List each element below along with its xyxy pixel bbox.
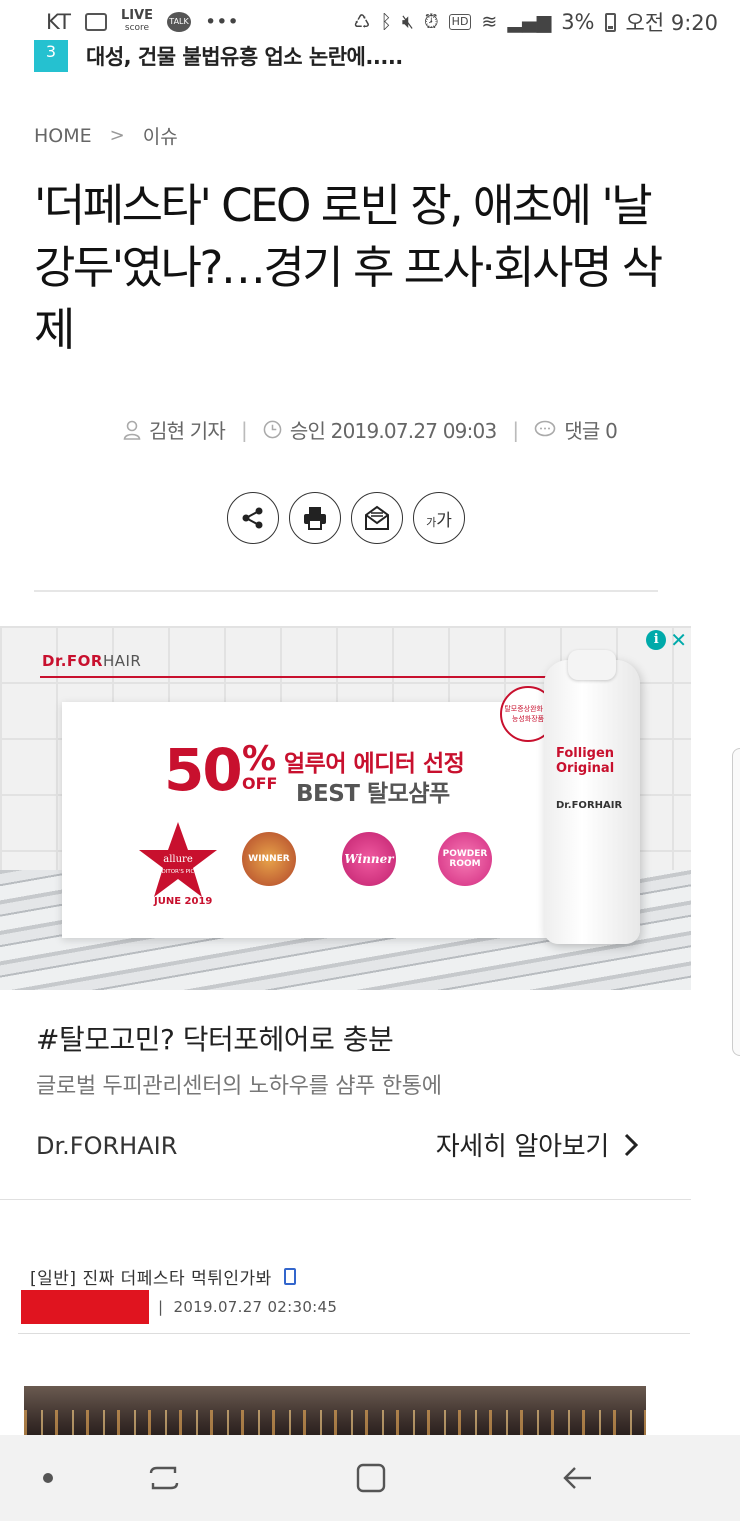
comments-info[interactable]: 댓글 0 [534,415,618,444]
divider [34,590,658,592]
print-icon [304,507,326,530]
chevron-right-icon [624,1133,639,1156]
ad-brand-logo: Dr.FORHAIR [42,652,142,670]
approved-date: 승인 2019.07.27 09:03 [289,419,497,443]
ad-choices[interactable]: i ✕ [646,630,687,650]
bottle-brand: Dr.FORHAIR [556,800,623,811]
close-icon[interactable]: ✕ [670,630,687,650]
ticker-title[interactable]: 대성, 건물 불법유흥 업소 논란에..... [86,41,403,71]
embedded-post-title: [일반] 진짜 더페스타 먹튀인가봐 [30,1264,296,1289]
clock: 오전 9:20 [625,11,718,35]
breadcrumb-home[interactable]: HOME [34,125,92,147]
envelope-icon [365,505,389,530]
meta-divider: | [512,417,519,442]
share-button[interactable] [227,492,279,544]
ad-banner-image[interactable]: Dr.FORHAIR 50 % OFF 얼루어 에디터 선정 BEST 탈모샴푸 … [0,626,691,990]
meta-divider: | [240,417,248,442]
star-subtitle: EDITOR'S PICK [158,869,198,875]
news-ticker[interactable]: 3 대성, 건물 불법유흥 업소 논란에..... [34,40,403,72]
approved-info: 승인 2019.07.27 09:03 [263,415,497,444]
recycle-icon: ♺ [353,10,371,33]
recent-apps-button[interactable] [134,1455,194,1501]
star-title: allure [163,854,193,865]
carrier-label: KT [46,10,71,34]
breadcrumb: HOME > 이슈 [34,122,178,149]
more-notifications-icon: ••• [205,10,239,33]
chevron-right-icon: > [109,125,125,146]
breadcrumb-section[interactable]: 이슈 [143,122,178,149]
divider [18,1333,690,1334]
home-icon [356,1463,386,1493]
article-meta: 김현 기자 | 승인 2019.07.27 09:03 | 댓글 0 [0,415,740,444]
back-button[interactable] [548,1455,608,1501]
edge-panel-handle[interactable] [732,748,740,1056]
share-icon [242,507,263,529]
winner-script-badge-icon: Winner [342,832,396,886]
gallery-icon [84,13,107,31]
article-tools: 가가 [227,492,465,544]
wifi-icon: ≋ [481,10,498,33]
person-icon [123,420,141,440]
star-badge-icon: allure EDITOR'S PICK [139,822,217,897]
dot-icon [43,1473,53,1483]
advertisement[interactable]: Dr.FORHAIR 50 % OFF 얼루어 에디터 선정 BEST 탈모샴푸 … [0,626,691,1200]
ad-promo-line1: 얼루어 에디터 선정 [284,751,465,777]
comment-icon [535,420,556,437]
comments-count[interactable]: 댓글 0 [564,415,617,444]
back-arrow-icon [563,1467,591,1489]
discount-percent: % OFF [242,739,278,793]
mobile-icon [283,1268,296,1285]
navigation-bar [0,1435,740,1521]
font-size-icon: 가가 [426,510,452,531]
ad-headline[interactable]: #탈모고민? 닥터포헤어로 충분 [36,1018,394,1058]
signal-icon: ▂▄▆ [507,10,552,33]
alarm-icon: ⏰︎ [423,10,439,33]
kakaotalk-icon: TALK [167,12,192,32]
email-button[interactable] [351,492,403,544]
brand-underline [40,676,560,678]
mute-icon: 🔇︎ [401,10,414,33]
info-icon[interactable]: i [646,630,667,650]
discount-number: 50 [164,736,243,804]
font-size-button[interactable]: 가가 [413,492,465,544]
ad-advertiser: Dr.FORHAIR [36,1132,178,1160]
livescore-icon: LIVE score [120,8,154,33]
ad-description: 글로벌 두피관리센터의 노하우를 샴푸 한통에 [36,1074,442,1099]
ad-cta-label[interactable]: 자세히 알아보기 [436,1126,610,1163]
redaction-bar [21,1290,149,1324]
ad-promo-line2: BEST 탈모샴푸 [296,781,450,807]
status-bar: KT LIVE score TALK ••• ♺ ᛒ 🔇︎ ⏰︎ HD ≋ ▂▄▆… [0,0,740,44]
award-date: JUNE 2019 [154,896,213,907]
embedded-post-date: | 2019.07.27 02:30:45 [158,1298,338,1316]
author-name: 김현 기자 [148,419,226,443]
article-headline: '더페스타' CEO 로빈 장, 애초에 '날강두'였나?…경기 후 프사·회사… [34,179,663,356]
bluetooth-icon: ᛒ [380,10,392,33]
ad-cta-button[interactable]: 자세히 알아보기 [436,1126,639,1163]
powder-room-badge-icon: POWDER ROOM [438,832,492,886]
shampoo-bottle-image: Folligen Original Dr.FORHAIR [544,650,640,944]
bottle-name: Folligen Original [556,746,615,776]
ticker-rank: 3 [34,40,68,72]
battery-icon [604,12,616,32]
battery-percent: 3% [561,10,595,34]
home-button[interactable] [341,1455,401,1501]
clock-icon [263,420,282,439]
recents-icon [149,1466,179,1490]
print-button[interactable] [289,492,341,544]
bottle-cap [568,650,616,680]
embedded-post-title-text: [일반] 진짜 더페스타 먹튀인가봐 [30,1269,272,1289]
hd-voice-icon: HD [448,14,472,30]
winner-badge-icon: WINNER [242,832,296,886]
nav-dot-button[interactable] [18,1455,78,1501]
author-info: 김현 기자 [123,415,226,444]
